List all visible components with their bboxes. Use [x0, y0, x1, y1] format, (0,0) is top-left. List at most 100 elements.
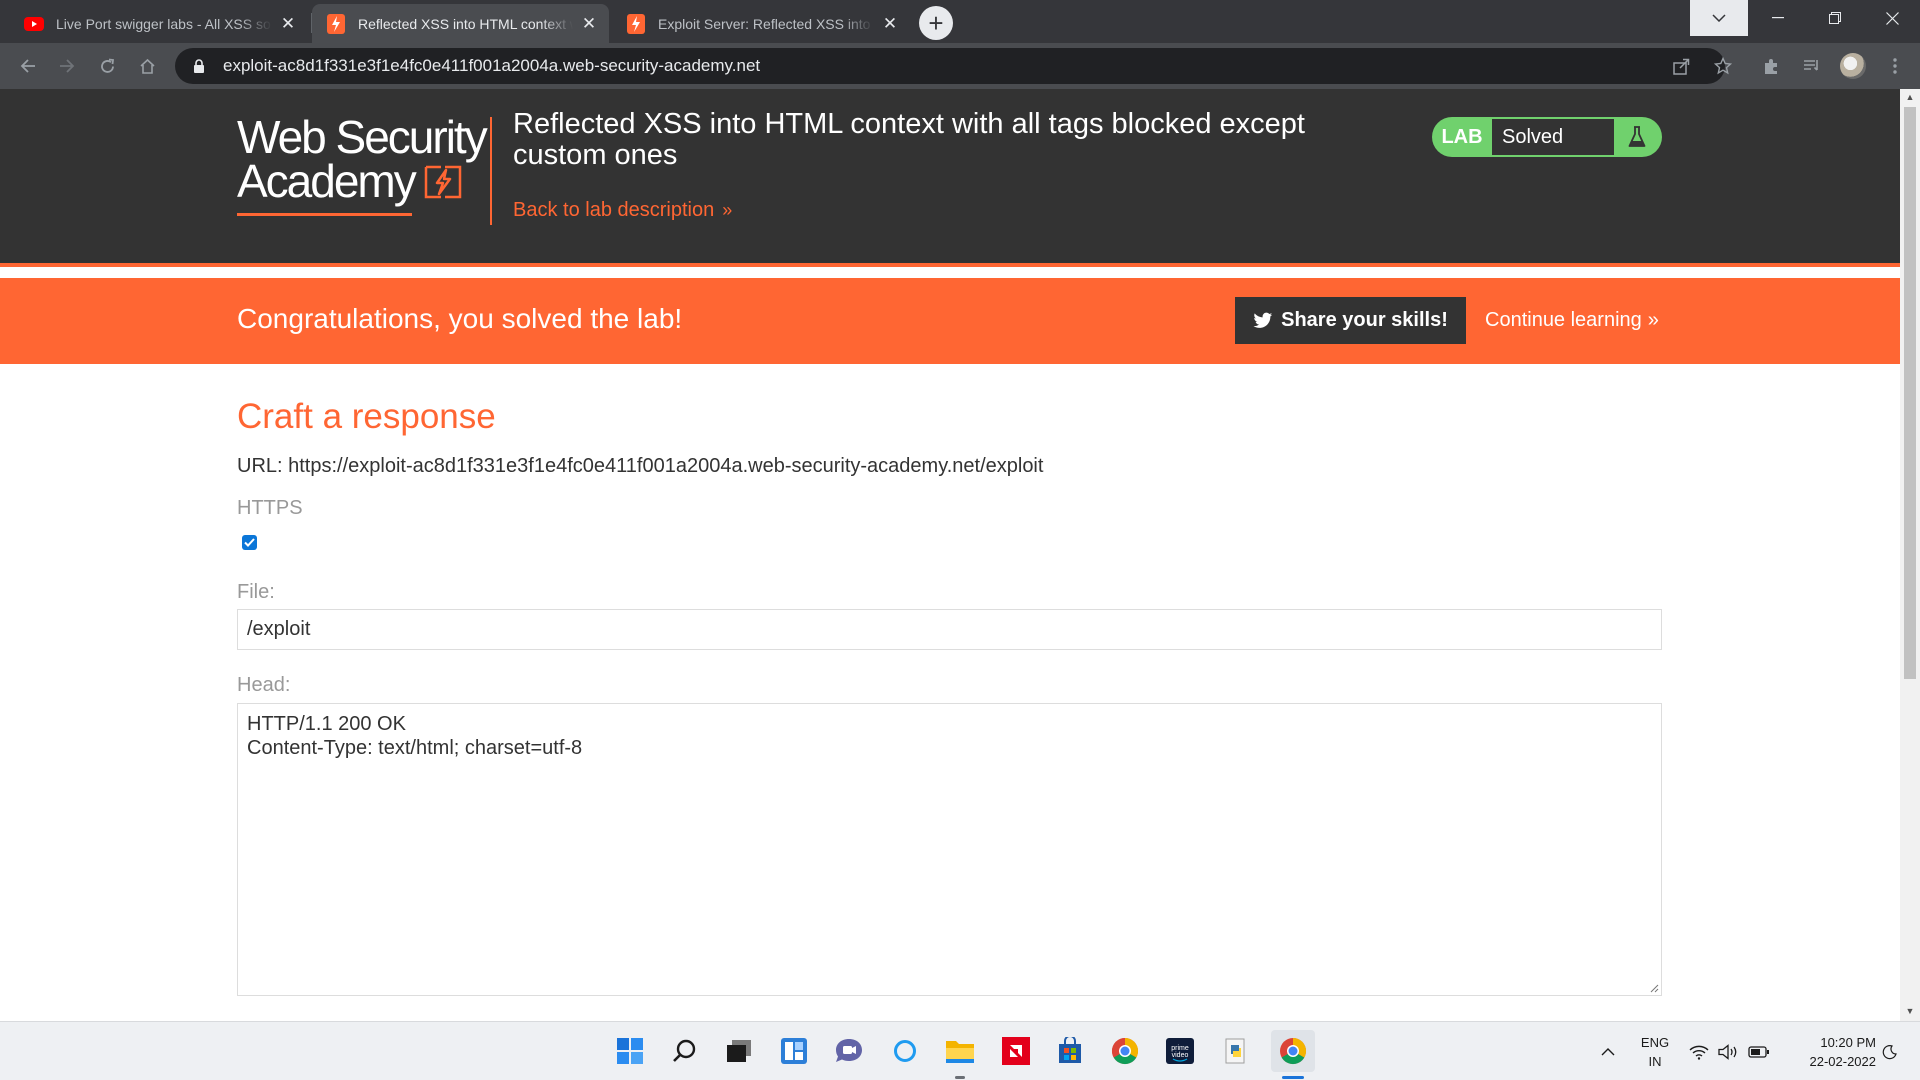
running-indicator	[955, 1076, 965, 1079]
language-code: ENG	[1640, 1035, 1670, 1050]
solved-banner: Congratulations, you solved the lab! Sha…	[0, 278, 1900, 364]
svg-text:prime: prime	[1171, 1045, 1189, 1052]
double-chevron-right-icon: »	[1647, 309, 1659, 331]
logo-bolt-icon	[424, 165, 461, 199]
academy-header: Web Security Academy Reflected XSS into …	[0, 89, 1900, 267]
language-indicator[interactable]: ENG IN	[1637, 1033, 1673, 1071]
system-clock[interactable]: 10:20 PM 22-02-2022	[1780, 1033, 1877, 1071]
page-scrollbar[interactable]: ▲ ▼	[1900, 89, 1920, 1021]
file-input[interactable]: /exploit	[237, 609, 1662, 650]
cortana-icon[interactable]	[886, 1032, 924, 1070]
profile-avatar[interactable]	[1840, 53, 1866, 79]
browser-toolbar: exploit-ac8d1f331e3f1e4fc0e411f001a2004a…	[0, 43, 1920, 89]
header-divider	[490, 117, 492, 225]
file-explorer-icon[interactable]	[941, 1032, 979, 1070]
battery-icon[interactable]	[1744, 1022, 1774, 1080]
scroll-up-icon[interactable]: ▲	[1904, 91, 1916, 103]
exploit-url: URL: https://exploit-ac8d1f331e3f1e4fc0e…	[237, 455, 1044, 477]
store-icon[interactable]	[1051, 1032, 1089, 1070]
more-menu-icon[interactable]	[1880, 51, 1910, 81]
double-chevron-right-icon: »	[722, 200, 732, 220]
browser-tab-youtube[interactable]: Live Port swigger labs - All XSS solutio…	[10, 4, 308, 43]
minimize-icon[interactable]	[1749, 0, 1807, 36]
widgets-icon[interactable]	[775, 1032, 813, 1070]
https-label: HTTPS	[237, 497, 303, 519]
close-icon[interactable]: ✕	[579, 14, 599, 34]
share-button-label: Share your skills!	[1281, 309, 1448, 331]
share-icon[interactable]	[1666, 51, 1696, 81]
start-icon[interactable]	[611, 1032, 649, 1070]
https-checkbox[interactable]	[242, 535, 257, 550]
tab-search-dropdown-icon[interactable]	[1690, 0, 1748, 36]
task-view-icon[interactable]	[720, 1032, 758, 1070]
notifications-icon[interactable]	[1878, 1022, 1902, 1080]
web-security-academy-logo[interactable]: Web Security Academy	[237, 111, 488, 216]
resize-handle-icon[interactable]	[1649, 983, 1659, 993]
lab-badge: LAB	[1441, 125, 1483, 148]
reading-list-icon[interactable]	[1797, 51, 1827, 81]
back-to-lab-description-link[interactable]: Back to lab description »	[513, 199, 732, 222]
browser-tab-lab[interactable]: Reflected XSS into HTML context with all…	[312, 4, 609, 43]
tab-title: Live Port swigger labs - All XSS solutio…	[56, 15, 272, 32]
craft-response-heading: Craft a response	[237, 397, 496, 436]
region-code: IN	[1648, 1054, 1662, 1069]
tab-title: Exploit Server: Reflected XSS into HTML …	[658, 15, 874, 32]
back-icon[interactable]	[13, 51, 43, 81]
reload-icon[interactable]	[92, 51, 122, 81]
forward-icon[interactable]	[52, 51, 82, 81]
volume-icon[interactable]	[1714, 1022, 1742, 1080]
flask-icon	[1614, 126, 1660, 148]
wifi-icon[interactable]	[1685, 1022, 1713, 1080]
restore-icon[interactable]	[1806, 0, 1864, 36]
lab-title: Reflected XSS into HTML context with all…	[513, 108, 1305, 171]
active-indicator	[1282, 1076, 1304, 1079]
continue-learning-link[interactable]: Continue learning»	[1485, 309, 1659, 332]
chat-icon[interactable]	[830, 1032, 868, 1070]
lock-icon[interactable]	[189, 59, 209, 73]
head-line: HTTP/1.1 200 OK	[247, 713, 406, 735]
new-tab-button[interactable]: +	[919, 6, 953, 40]
logo-text-line2: Academy	[237, 155, 417, 207]
prime-video-icon[interactable]: prime video	[1161, 1032, 1199, 1070]
head-line: Content-Type: text/html; charset=utf-8	[247, 737, 583, 759]
logo-text-line2-wrap: Academy	[237, 155, 486, 207]
head-label: Head:	[237, 674, 291, 696]
share-your-skills-button[interactable]: Share your skills!	[1235, 297, 1466, 344]
lab-status-text: Solved	[1492, 119, 1614, 155]
head-textarea[interactable]: HTTP/1.1 200 OK Content-Type: text/html;…	[237, 703, 1662, 996]
browser-tab-exploit-server[interactable]: Exploit Server: Reflected XSS into HTML …	[612, 4, 910, 43]
portswigger-icon	[326, 13, 346, 34]
scrollbar-thumb[interactable]	[1904, 107, 1916, 679]
page-viewport: Web Security Academy Reflected XSS into …	[0, 89, 1900, 1021]
address-url[interactable]: exploit-ac8d1f331e3f1e4fc0e411f001a2004a…	[223, 56, 760, 76]
twitter-icon	[1253, 312, 1273, 328]
close-window-icon[interactable]	[1863, 0, 1920, 36]
svg-text:video: video	[1172, 1052, 1189, 1059]
chrome-icon[interactable]	[1271, 1030, 1315, 1072]
bookmark-star-icon[interactable]	[1708, 51, 1738, 81]
amd-icon[interactable]	[997, 1032, 1035, 1070]
clock-time: 10:20 PM	[1820, 1035, 1876, 1050]
extensions-icon[interactable]	[1756, 51, 1786, 81]
logo-text-line1: Web Security	[237, 111, 488, 163]
file-label: File:	[237, 581, 275, 603]
youtube-icon	[24, 14, 44, 34]
windows-taskbar: prime video ENG IN 10:20 PM 22-02-2022	[0, 1021, 1920, 1080]
chevron-up-icon[interactable]	[1595, 1022, 1621, 1080]
logo-underline	[237, 213, 412, 216]
home-icon[interactable]	[132, 51, 162, 81]
close-icon[interactable]: ✕	[880, 14, 900, 34]
address-bar[interactable]: exploit-ac8d1f331e3f1e4fc0e411f001a2004a…	[175, 48, 1725, 84]
clock-date: 22-02-2022	[1809, 1054, 1877, 1069]
portswigger-icon	[626, 13, 646, 34]
close-icon[interactable]: ✕	[278, 14, 298, 34]
python-icon[interactable]	[1217, 1032, 1255, 1070]
chrome-icon[interactable]	[1106, 1032, 1144, 1070]
congratulations-message: Congratulations, you solved the lab!	[237, 303, 683, 334]
tab-title: Reflected XSS into HTML context with all…	[358, 15, 573, 32]
browser-tab-strip: Live Port swigger labs - All XSS solutio…	[0, 0, 1920, 43]
scroll-down-icon[interactable]: ▼	[1904, 1005, 1916, 1017]
back-link-label: Back to lab description	[513, 199, 715, 221]
search-icon[interactable]	[666, 1032, 704, 1070]
lab-status-widget: LAB Solved	[1432, 117, 1662, 157]
